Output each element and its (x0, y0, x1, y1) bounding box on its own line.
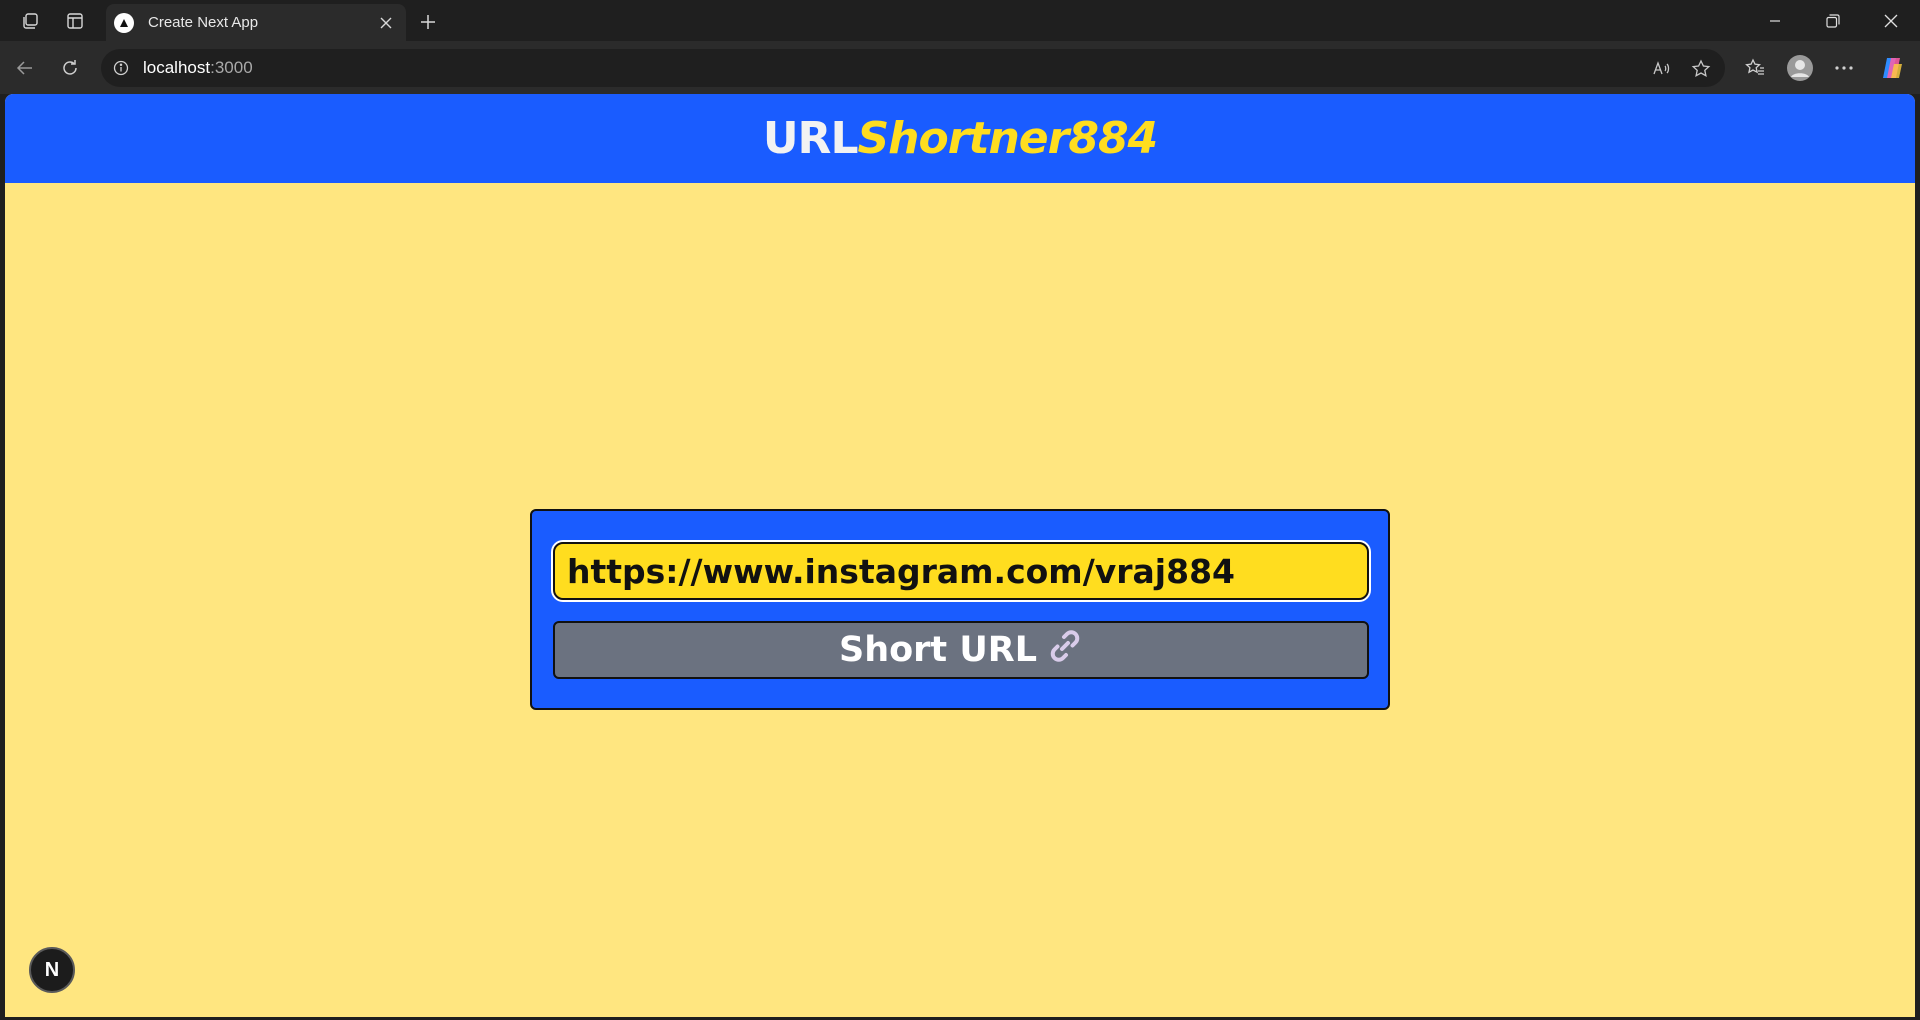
tab-close-icon[interactable] (374, 11, 398, 35)
tab-title: Create Next App (148, 14, 259, 31)
vertical-tabs-icon[interactable] (62, 8, 88, 34)
link-icon (1047, 628, 1083, 672)
short-url-button-label: Short URL (838, 630, 1038, 670)
nextjs-dev-indicator[interactable]: N (29, 947, 75, 993)
workspaces-icon[interactable] (17, 8, 43, 34)
url-input[interactable] (553, 542, 1369, 600)
site-logo: URLShortner884 (762, 113, 1158, 164)
more-menu-icon[interactable] (1829, 53, 1859, 83)
address-host: localhost (143, 58, 211, 77)
nextjs-favicon-icon (114, 12, 134, 33)
address-port: :3000 (210, 58, 253, 77)
read-aloud-icon[interactable] (1649, 57, 1673, 81)
shorten-form-card: Short URL (530, 509, 1390, 710)
browser-toolbar: localhost:3000 (0, 41, 1920, 94)
site-info-icon[interactable] (111, 58, 131, 78)
address-text: localhost:3000 (143, 58, 253, 78)
address-bar[interactable]: localhost:3000 (101, 49, 1725, 87)
brand-accent: Shortner884 (857, 113, 1158, 164)
back-icon[interactable] (10, 53, 40, 83)
browser-titlebar: Create Next App (0, 0, 1920, 41)
profile-avatar-icon[interactable] (1785, 53, 1815, 83)
brand-main: URL (762, 113, 859, 164)
close-window-icon[interactable] (1868, 6, 1914, 36)
refresh-icon[interactable] (55, 53, 85, 83)
tab-active[interactable]: Create Next App (106, 4, 406, 41)
favorites-icon[interactable] (1740, 53, 1770, 83)
favorite-star-icon[interactable] (1689, 57, 1713, 81)
restore-icon[interactable] (1810, 6, 1856, 36)
minimize-icon[interactable] (1752, 6, 1798, 36)
site-header: URLShortner884 (5, 94, 1915, 183)
new-tab-icon[interactable] (414, 8, 442, 36)
nextjs-dev-indicator-label: N (44, 958, 60, 981)
copilot-icon[interactable] (1877, 53, 1907, 83)
short-url-button[interactable]: Short URL (553, 621, 1369, 679)
page-viewport: URLShortner884 Short URL N (5, 94, 1915, 1017)
